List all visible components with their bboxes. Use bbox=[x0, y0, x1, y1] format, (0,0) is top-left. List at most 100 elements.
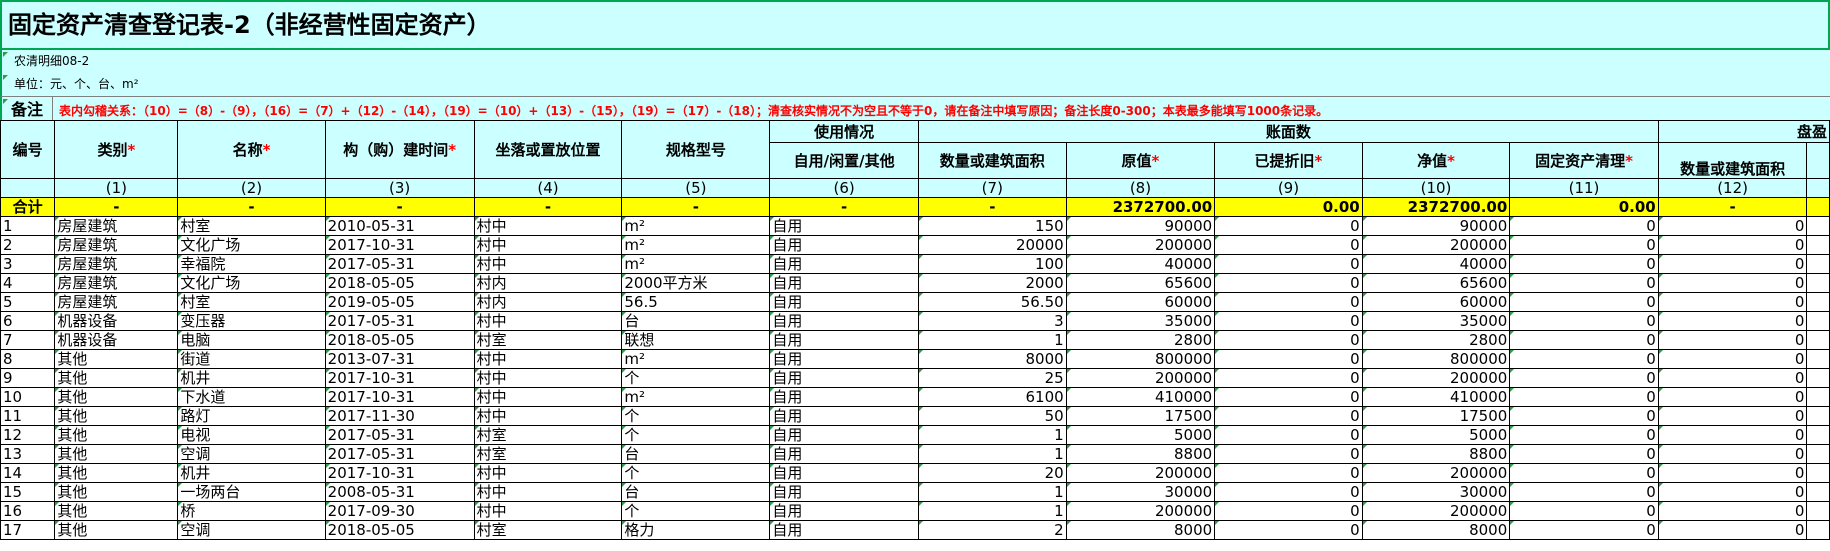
row-surplus-qty-cell[interactable]: 0 bbox=[1657, 425, 1808, 445]
row-net-cell[interactable]: 90000 bbox=[1361, 216, 1511, 236]
row-depr-cell[interactable]: 0 bbox=[1214, 463, 1363, 483]
row-depr-cell[interactable]: 0 bbox=[1214, 235, 1363, 255]
row-build-time-cell[interactable]: 2017-10-31 bbox=[324, 235, 475, 255]
row-no-cell[interactable]: 16 bbox=[0, 501, 56, 521]
row-qty-cell[interactable]: 100 bbox=[917, 254, 1067, 274]
table-row[interactable]: 6 机器设备 变压器 2017-05-31 村中台自用 3 35000 0 35000 0 0 bbox=[0, 311, 1830, 331]
row-category-cell[interactable]: 房屋建筑 bbox=[54, 235, 179, 255]
row-depr-cell[interactable]: 0 bbox=[1214, 273, 1363, 293]
row-clear-cell[interactable]: 0 bbox=[1509, 254, 1659, 274]
row-name-cell[interactable]: 文化广场 bbox=[177, 273, 326, 293]
row-spec-cell[interactable]: 联想 bbox=[621, 330, 771, 350]
row-spec-cell[interactable]: 个 bbox=[621, 368, 771, 388]
row-spec-cell[interactable]: m² bbox=[621, 254, 771, 274]
table-row[interactable]: 16 其他桥 2017-09-30 村中个自用 1 200000 0 200000 0 0 bbox=[0, 501, 1830, 521]
row-spec-cell[interactable]: 2000平方米 bbox=[621, 273, 771, 293]
row-depr-cell[interactable]: 0 bbox=[1214, 482, 1363, 502]
row-depr-cell[interactable]: 0 bbox=[1214, 501, 1363, 521]
row-no-cell[interactable]: 10 bbox=[0, 387, 56, 407]
row-category-cell[interactable]: 房屋建筑 bbox=[54, 273, 179, 293]
row-spec-cell[interactable]: 台 bbox=[621, 482, 771, 502]
row-net-cell[interactable]: 17500 bbox=[1361, 406, 1511, 426]
row-build-time-cell[interactable]: 2018-05-05 bbox=[324, 273, 475, 293]
row-spec-cell[interactable]: 个 bbox=[621, 425, 771, 445]
row-usage-cell[interactable]: 自用 bbox=[769, 273, 919, 293]
row-usage-cell[interactable]: 自用 bbox=[769, 311, 919, 331]
row-orig-cell[interactable]: 35000 bbox=[1065, 311, 1216, 331]
row-clear-cell[interactable]: 0 bbox=[1509, 292, 1659, 312]
row-usage-cell[interactable]: 自用 bbox=[769, 520, 919, 540]
row-surplus-qty-cell[interactable]: 0 bbox=[1657, 463, 1808, 483]
row-surplus-qty-cell[interactable]: 0 bbox=[1657, 482, 1808, 502]
table-row[interactable]: 14 其他 机井 2017-10-31 村中个自用 20 200000 0 200000 0 0 bbox=[0, 463, 1830, 483]
row-spec-cell[interactable]: 台 bbox=[621, 444, 771, 464]
row-build-time-cell[interactable]: 2013-07-31 bbox=[324, 349, 475, 369]
row-spec-cell[interactable]: m² bbox=[621, 216, 771, 236]
row-orig-cell[interactable]: 200000 bbox=[1065, 235, 1216, 255]
row-location-cell[interactable]: 村中 bbox=[473, 311, 623, 331]
row-clear-cell[interactable]: 0 bbox=[1509, 406, 1659, 426]
row-clear-cell[interactable]: 0 bbox=[1509, 482, 1659, 502]
row-location-cell[interactable]: 村中 bbox=[473, 235, 623, 255]
row-location-cell[interactable]: 村室 bbox=[473, 444, 623, 464]
row-spec-cell[interactable]: 个 bbox=[621, 406, 771, 426]
row-clear-cell[interactable]: 0 bbox=[1509, 311, 1659, 331]
overflow-cell[interactable] bbox=[1806, 216, 1830, 236]
row-clear-cell[interactable]: 0 bbox=[1509, 387, 1659, 407]
overflow-cell[interactable] bbox=[1806, 254, 1830, 274]
row-build-time-cell[interactable]: 2017-10-31 bbox=[324, 368, 475, 388]
row-orig-cell[interactable]: 17500 bbox=[1065, 406, 1216, 426]
row-name-cell[interactable]: 机井 bbox=[177, 368, 326, 388]
row-spec-cell[interactable]: 台 bbox=[621, 311, 771, 331]
row-qty-cell[interactable]: 1 bbox=[917, 444, 1067, 464]
row-location-cell[interactable]: 村室 bbox=[473, 330, 623, 350]
row-qty-cell[interactable]: 56.50 bbox=[917, 292, 1067, 312]
row-name-cell[interactable]: 幸福院 bbox=[177, 254, 326, 274]
row-clear-cell[interactable]: 0 bbox=[1509, 273, 1659, 293]
row-location-cell[interactable]: 村中 bbox=[473, 387, 623, 407]
row-usage-cell[interactable]: 自用 bbox=[769, 444, 919, 464]
row-no-cell[interactable]: 14 bbox=[0, 463, 56, 483]
row-depr-cell[interactable]: 0 bbox=[1214, 387, 1363, 407]
row-surplus-qty-cell[interactable]: 0 bbox=[1657, 254, 1808, 274]
row-net-cell[interactable]: 200000 bbox=[1361, 235, 1511, 255]
row-name-cell[interactable]: 变压器 bbox=[177, 311, 326, 331]
row-qty-cell[interactable]: 3 bbox=[917, 311, 1067, 331]
row-depr-cell[interactable]: 0 bbox=[1214, 425, 1363, 445]
row-category-cell[interactable]: 其他 bbox=[54, 406, 179, 426]
overflow-cell[interactable] bbox=[1806, 444, 1830, 464]
row-category-cell[interactable]: 其他 bbox=[54, 463, 179, 483]
row-surplus-qty-cell[interactable]: 0 bbox=[1657, 216, 1808, 236]
table-row[interactable]: 7 机器设备 电脑 2018-05-05 村室 联想 自用 1 2800 0 2800 0 0 bbox=[0, 330, 1830, 350]
row-location-cell[interactable]: 村中 bbox=[473, 368, 623, 388]
row-orig-cell[interactable]: 2800 bbox=[1065, 330, 1216, 350]
row-name-cell[interactable]: 机井 bbox=[177, 463, 326, 483]
row-qty-cell[interactable]: 25 bbox=[917, 368, 1067, 388]
row-qty-cell[interactable]: 20 bbox=[917, 463, 1067, 483]
row-clear-cell[interactable]: 0 bbox=[1509, 368, 1659, 388]
table-row[interactable]: 13 其他 空调 2017-05-31 村室台自用 1 8800 0 8800 0 0 bbox=[0, 444, 1830, 464]
row-orig-cell[interactable]: 200000 bbox=[1065, 368, 1216, 388]
table-row[interactable]: 8 其他 街道 2013-07-31 村中 m² 自用 8000 800000 0 800000 0 0 bbox=[0, 349, 1830, 369]
row-orig-cell[interactable]: 5000 bbox=[1065, 425, 1216, 445]
row-surplus-qty-cell[interactable]: 0 bbox=[1657, 501, 1808, 521]
table-row[interactable]: 2 房屋建筑 文化广场 2017-10-31 村中 m² 自用 20000 200000 0 200… bbox=[0, 235, 1830, 255]
row-location-cell[interactable]: 村内 bbox=[473, 273, 623, 293]
row-surplus-qty-cell[interactable]: 0 bbox=[1657, 330, 1808, 350]
row-no-cell[interactable]: 8 bbox=[0, 349, 56, 369]
row-build-time-cell[interactable]: 2018-05-05 bbox=[324, 520, 475, 540]
row-clear-cell[interactable]: 0 bbox=[1509, 216, 1659, 236]
row-depr-cell[interactable]: 0 bbox=[1214, 444, 1363, 464]
table-row[interactable]: 12 其他 电视 2017-05-31 村室个自用 1 5000 0 5000 0 0 bbox=[0, 425, 1830, 445]
row-category-cell[interactable]: 房屋建筑 bbox=[54, 254, 179, 274]
row-usage-cell[interactable]: 自用 bbox=[769, 425, 919, 445]
row-category-cell[interactable]: 其他 bbox=[54, 501, 179, 521]
row-surplus-qty-cell[interactable]: 0 bbox=[1657, 311, 1808, 331]
row-usage-cell[interactable]: 自用 bbox=[769, 254, 919, 274]
row-orig-cell[interactable]: 60000 bbox=[1065, 292, 1216, 312]
row-category-cell[interactable]: 其他 bbox=[54, 520, 179, 540]
row-build-time-cell[interactable]: 2017-11-30 bbox=[324, 406, 475, 426]
row-clear-cell[interactable]: 0 bbox=[1509, 501, 1659, 521]
row-build-time-cell[interactable]: 2017-05-31 bbox=[324, 425, 475, 445]
row-location-cell[interactable]: 村室 bbox=[473, 520, 623, 540]
